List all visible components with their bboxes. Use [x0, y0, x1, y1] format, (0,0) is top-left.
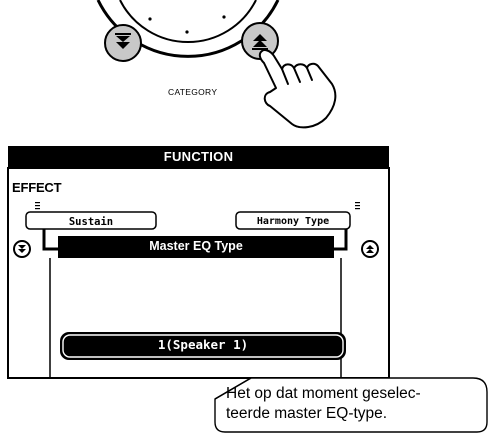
callout-text: Het op dat moment geselec- teerde master…	[226, 384, 421, 424]
selected-value: 1(Speaker 1)	[157, 337, 249, 352]
selected-function-title: Master EQ Type	[149, 239, 243, 253]
category-down-button[interactable]	[104, 24, 142, 62]
category-label: CATEGORY	[168, 87, 218, 97]
sustain-item: Sustain	[68, 216, 114, 228]
function-title: FUNCTION	[163, 149, 234, 164]
callout-line-2: teerde master EQ-type.	[226, 405, 388, 422]
callout-line-1: Het op dat moment geselec-	[226, 385, 421, 402]
harmony-type-item: Harmony Type	[256, 216, 330, 227]
pointing-hand-icon	[258, 49, 337, 129]
lcd-scroll-down-button[interactable]	[13, 240, 31, 258]
effect-label: EFFECT	[12, 180, 62, 195]
lcd-scroll-up-button[interactable]	[361, 240, 379, 258]
